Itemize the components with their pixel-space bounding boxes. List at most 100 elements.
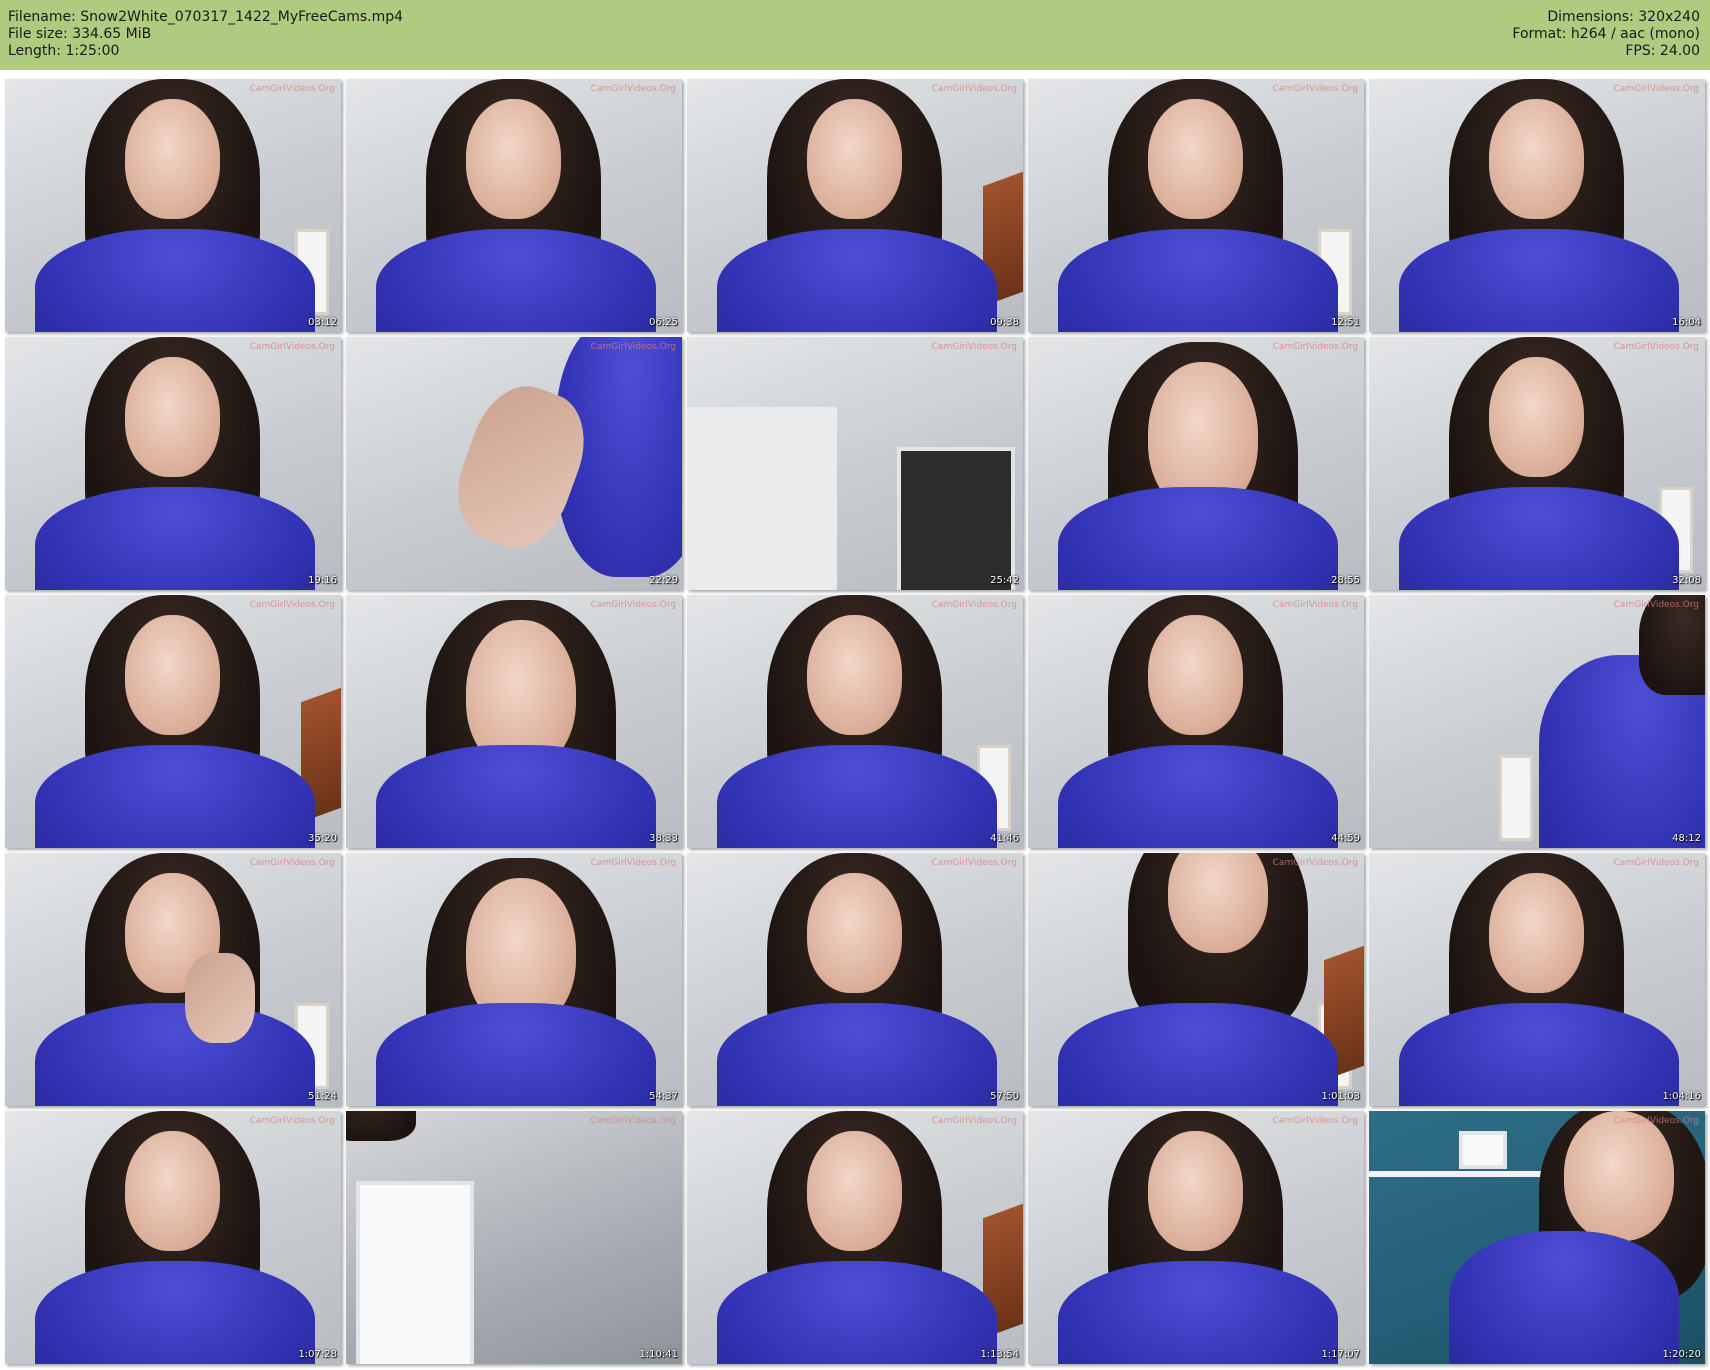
timestamp-label: 41:46 <box>990 833 1019 844</box>
frame-image <box>346 337 682 590</box>
watermark-label: CamGirlVideos.Org <box>1613 858 1699 868</box>
timestamp-label: 51:24 <box>308 1091 337 1102</box>
watermark-label: CamGirlVideos.Org <box>590 600 676 610</box>
timestamp-label: 28:55 <box>1331 575 1360 586</box>
timestamp-label: 48:12 <box>1672 833 1701 844</box>
thumbnail-frame: CamGirlVideos.Org 28:55 <box>1028 337 1364 590</box>
thumbnail-frame: CamGirlVideos.Org 03:12 <box>5 79 341 332</box>
thumbnail-frame: CamGirlVideos.Org 19:16 <box>5 337 341 590</box>
timestamp-label: 38:33 <box>649 833 678 844</box>
frame-image <box>687 853 1023 1106</box>
watermark-label: CamGirlVideos.Org <box>1613 600 1699 610</box>
frame-image <box>1369 595 1705 848</box>
thumbnail-frame: CamGirlVideos.Org 12:51 <box>1028 79 1364 332</box>
frame-image <box>5 79 341 332</box>
frame-image <box>5 595 341 848</box>
timestamp-label: 44:59 <box>1331 833 1360 844</box>
watermark-label: CamGirlVideos.Org <box>931 858 1017 868</box>
timestamp-label: 1:20:20 <box>1662 1349 1701 1360</box>
frame-image <box>1369 1111 1705 1364</box>
watermark-label: CamGirlVideos.Org <box>1272 84 1358 94</box>
frame-image <box>1369 337 1705 590</box>
frame-image <box>346 595 682 848</box>
watermark-label: CamGirlVideos.Org <box>931 84 1017 94</box>
thumbnail-frame: CamGirlVideos.Org 41:46 <box>687 595 1023 848</box>
thumbnail-frame: CamGirlVideos.Org 38:33 <box>346 595 682 848</box>
timestamp-label: 32:08 <box>1672 575 1701 586</box>
file-info: Filename: Snow2White_070317_1422_MyFreeC… <box>8 9 403 60</box>
watermark-label: CamGirlVideos.Org <box>931 342 1017 352</box>
thumbnail-frame: CamGirlVideos.Org 1:20:20 <box>1369 1111 1705 1364</box>
thumbnail-frame: CamGirlVideos.Org 48:12 <box>1369 595 1705 848</box>
timestamp-label: 03:12 <box>308 317 337 328</box>
watermark-label: CamGirlVideos.Org <box>1272 1116 1358 1126</box>
watermark-label: CamGirlVideos.Org <box>1613 1116 1699 1126</box>
timestamp-label: 12:51 <box>1331 317 1360 328</box>
frame-image <box>1369 853 1705 1106</box>
thumbnail-frame: CamGirlVideos.Org 1:01:03 <box>1028 853 1364 1106</box>
thumbnail-frame: CamGirlVideos.Org 51:24 <box>5 853 341 1106</box>
thumbnail-frame: CamGirlVideos.Org 1:10:41 <box>346 1111 682 1364</box>
filesize-label: File size: 334.65 MiB <box>8 26 152 42</box>
thumbnail-frame: CamGirlVideos.Org 09:38 <box>687 79 1023 332</box>
timestamp-label: 1:04:16 <box>1662 1091 1701 1102</box>
watermark-label: CamGirlVideos.Org <box>1272 342 1358 352</box>
frame-image <box>5 337 341 590</box>
frame-image <box>5 1111 341 1364</box>
timestamp-label: 16:04 <box>1672 317 1701 328</box>
thumbnail-frame: CamGirlVideos.Org 16:04 <box>1369 79 1705 332</box>
timestamp-label: 35:20 <box>308 833 337 844</box>
length-label: Length: 1:25:00 <box>8 43 120 59</box>
watermark-label: CamGirlVideos.Org <box>1613 84 1699 94</box>
frame-image <box>687 595 1023 848</box>
thumbnail-frame: CamGirlVideos.Org 1:04:16 <box>1369 853 1705 1106</box>
frame-image <box>687 79 1023 332</box>
stream-info: Dimensions: 320x240 Format: h264 / aac (… <box>1512 9 1700 60</box>
timestamp-label: 22:29 <box>649 575 678 586</box>
watermark-label: CamGirlVideos.Org <box>590 342 676 352</box>
watermark-label: CamGirlVideos.Org <box>590 1116 676 1126</box>
thumbnail-frame: CamGirlVideos.Org 22:29 <box>346 337 682 590</box>
timestamp-label: 1:01:03 <box>1321 1091 1360 1102</box>
timestamp-label: 19:16 <box>308 575 337 586</box>
frame-image <box>687 1111 1023 1364</box>
watermark-label: CamGirlVideos.Org <box>249 1116 335 1126</box>
frame-image <box>1028 853 1364 1106</box>
timestamp-label: 09:38 <box>990 317 1019 328</box>
frame-image <box>1369 79 1705 332</box>
timestamp-label: 54:37 <box>649 1091 678 1102</box>
thumbnail-frame: CamGirlVideos.Org 25:42 <box>687 337 1023 590</box>
thumbnail-frame: CamGirlVideos.Org 54:37 <box>346 853 682 1106</box>
timestamp-label: 1:10:41 <box>639 1349 678 1360</box>
watermark-label: CamGirlVideos.Org <box>590 858 676 868</box>
frame-image <box>1028 595 1364 848</box>
watermark-label: CamGirlVideos.Org <box>1613 342 1699 352</box>
fps-label: FPS: 24.00 <box>1625 43 1700 59</box>
thumbnail-frame: CamGirlVideos.Org 44:59 <box>1028 595 1364 848</box>
timestamp-label: 1:17:07 <box>1321 1349 1360 1360</box>
frame-image <box>1028 1111 1364 1364</box>
frame-image <box>1028 79 1364 332</box>
thumbnail-frame: CamGirlVideos.Org 06:25 <box>346 79 682 332</box>
watermark-label: CamGirlVideos.Org <box>590 84 676 94</box>
watermark-label: CamGirlVideos.Org <box>1272 858 1358 868</box>
frame-image <box>346 853 682 1106</box>
timestamp-label: 1:07:28 <box>298 1349 337 1360</box>
timestamp-label: 06:25 <box>649 317 678 328</box>
frame-image <box>687 337 1023 590</box>
watermark-label: CamGirlVideos.Org <box>249 600 335 610</box>
thumbnail-frame: CamGirlVideos.Org 1:17:07 <box>1028 1111 1364 1364</box>
watermark-label: CamGirlVideos.Org <box>249 858 335 868</box>
thumbnail-frame: CamGirlVideos.Org 35:20 <box>5 595 341 848</box>
watermark-label: CamGirlVideos.Org <box>1272 600 1358 610</box>
thumbnail-frame: CamGirlVideos.Org 1:07:28 <box>5 1111 341 1364</box>
watermark-label: CamGirlVideos.Org <box>931 1116 1017 1126</box>
info-header: Filename: Snow2White_070317_1422_MyFreeC… <box>0 0 1710 70</box>
watermark-label: CamGirlVideos.Org <box>249 342 335 352</box>
format-label: Format: h264 / aac (mono) <box>1512 26 1700 42</box>
thumbnail-grid: CamGirlVideos.Org 03:12 CamGirlVideos.Org 0… <box>5 79 1705 1364</box>
frame-image <box>346 79 682 332</box>
dimensions-label: Dimensions: 320x240 <box>1547 9 1700 25</box>
filename-label: Filename: Snow2White_070317_1422_MyFreeC… <box>8 9 404 25</box>
frame-image <box>5 853 341 1106</box>
